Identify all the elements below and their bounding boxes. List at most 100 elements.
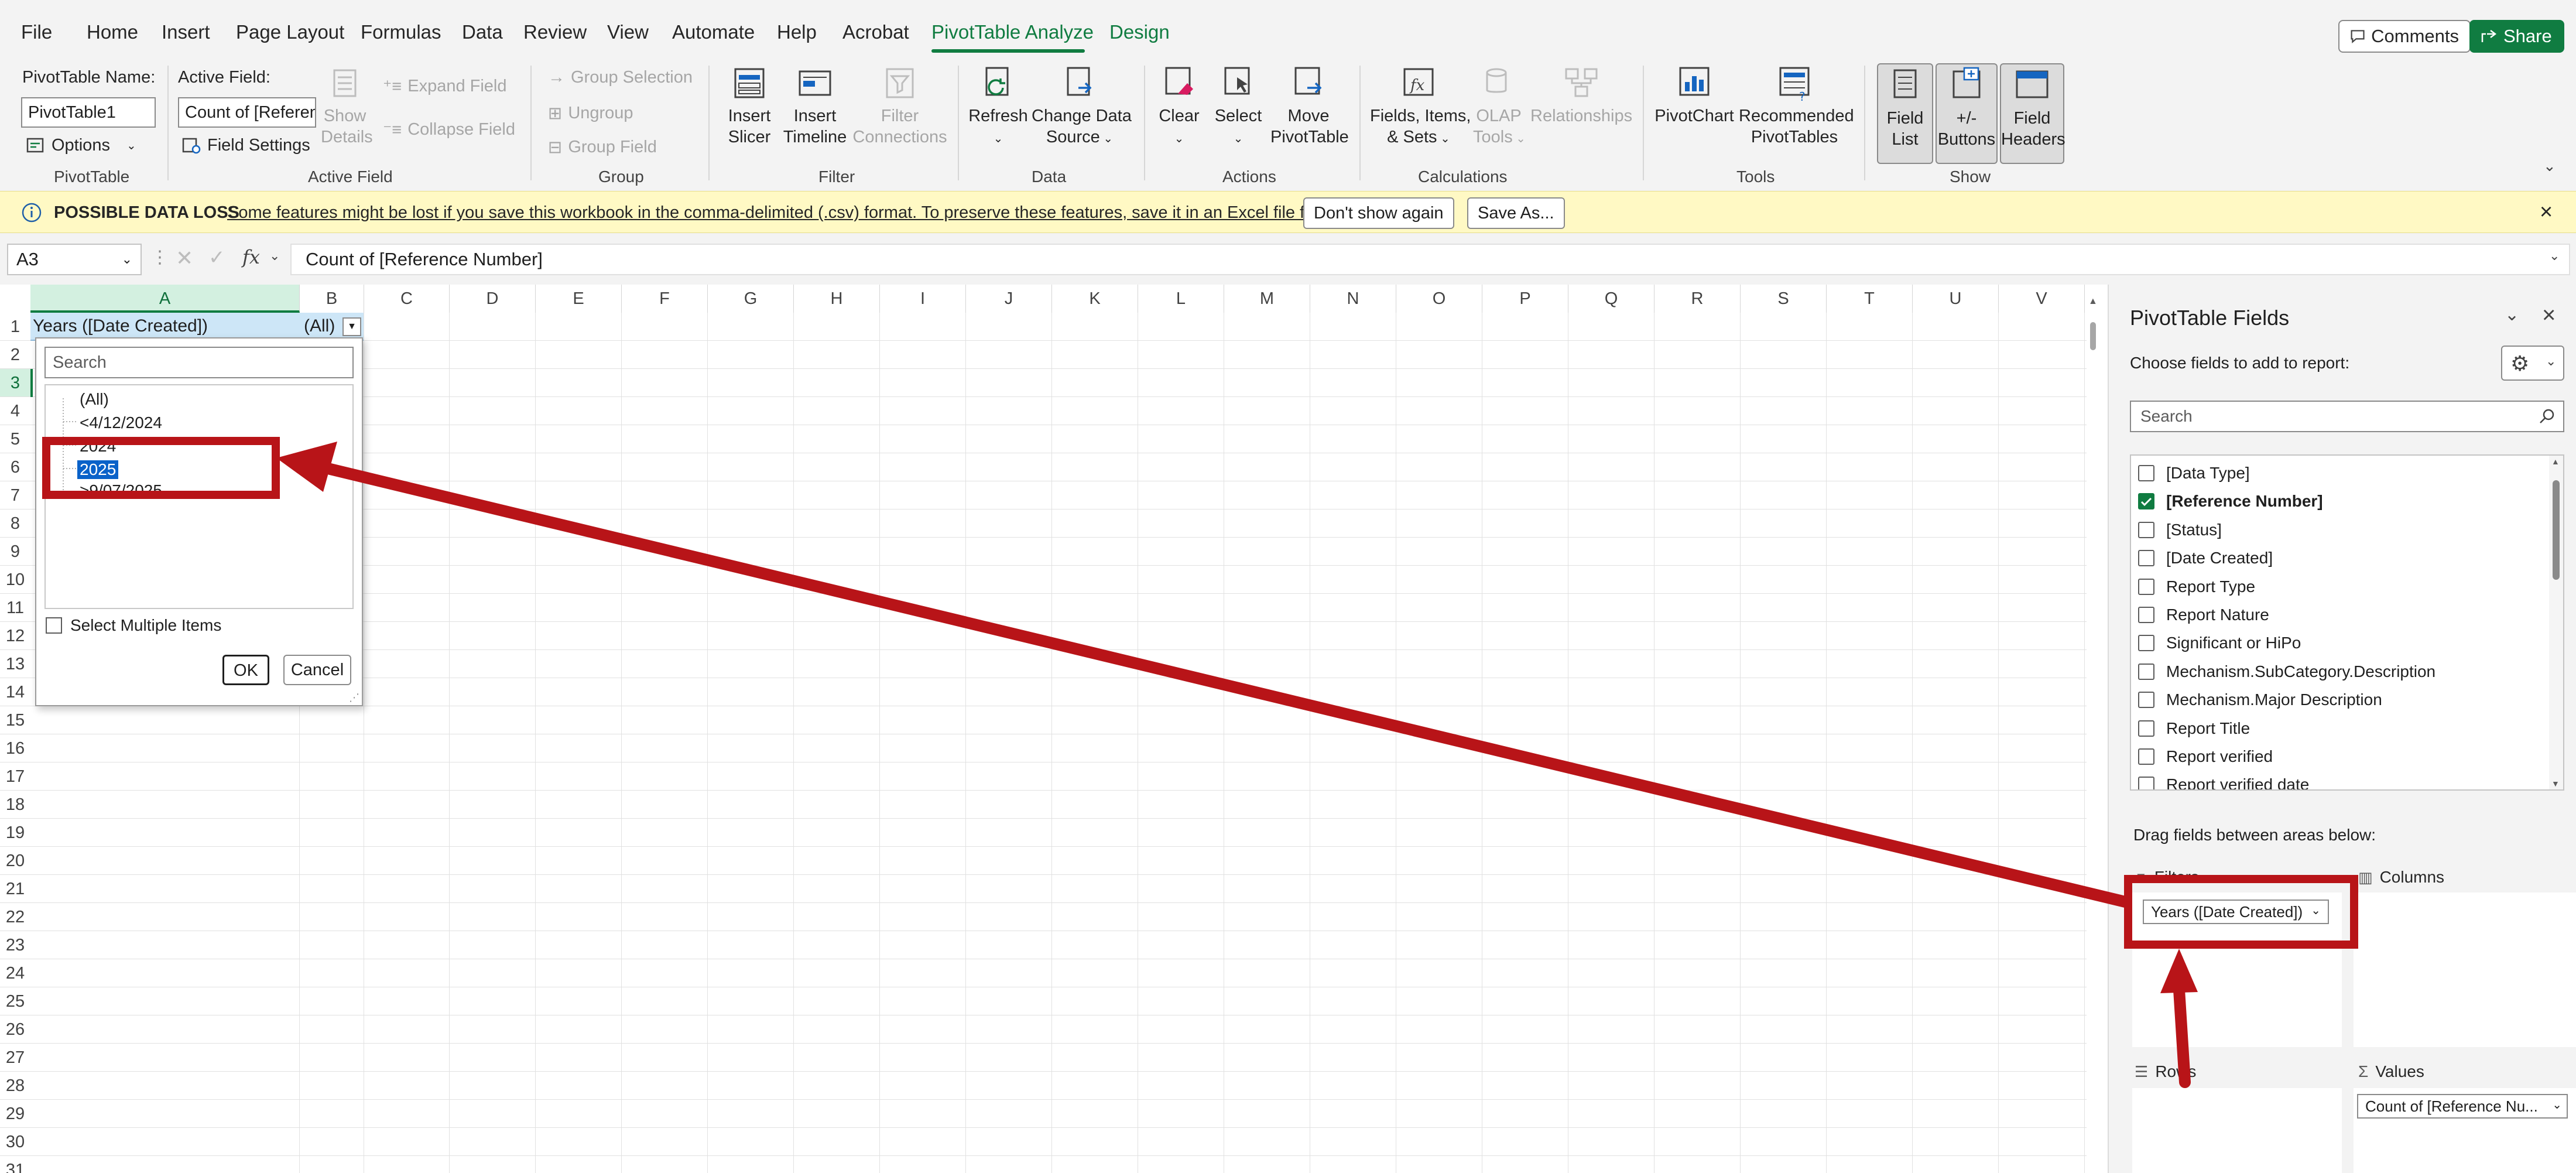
rows-drop-area[interactable] [2132, 1088, 2342, 1173]
row-header-29[interactable]: 29 [0, 1100, 30, 1128]
field-checkbox[interactable] [2138, 692, 2154, 709]
menu-data[interactable]: Data [462, 21, 503, 43]
menu-design[interactable]: Design [1109, 21, 1170, 43]
row-header-15[interactable]: 15 [0, 706, 30, 734]
pivotchart-button[interactable]: PivotChart [1652, 64, 1736, 126]
row-header-13[interactable]: 13 [0, 650, 30, 678]
field-item[interactable]: Report verified [2138, 745, 2273, 768]
scroll-thumb[interactable] [2090, 322, 2096, 350]
relationships-button[interactable]: Relationships [1530, 64, 1632, 126]
column-header-c[interactable]: C [364, 285, 450, 313]
options-button[interactable]: Options ⌄ [26, 136, 136, 155]
column-header-a[interactable]: A [30, 285, 300, 313]
column-header-p[interactable]: P [1482, 285, 1568, 313]
menu-pivottable-analyze[interactable]: PivotTable Analyze [931, 21, 1094, 43]
recommended-pivottables-button[interactable]: ? Recommended PivotTables [1739, 64, 1854, 148]
name-box[interactable]: A3 ⌄ [7, 244, 142, 275]
enter-icon[interactable]: ✓ [208, 246, 225, 269]
fields-items-sets-button[interactable]: fx Fields, Items, & Sets ⌄ [1370, 64, 1471, 149]
expand-formula-icon[interactable]: ⌄ [2549, 248, 2560, 264]
columns-drop-area[interactable] [2354, 892, 2576, 1047]
comments-button[interactable]: Comments [2338, 20, 2471, 53]
scroll-down-icon[interactable]: ▼ [2551, 779, 2560, 788]
field-checkbox[interactable] [2138, 777, 2154, 789]
filter-connections-button[interactable]: Filter Connections [852, 64, 947, 148]
filter-item-before-2024[interactable]: <4/12/2024 [80, 413, 162, 432]
column-header-g[interactable]: G [708, 285, 794, 313]
scroll-up-icon[interactable]: ▲ [2551, 457, 2560, 466]
group-selection-button[interactable]: → Group Selection [548, 68, 693, 87]
insert-function-icon[interactable]: fx [242, 246, 260, 268]
field-headers-toggle[interactable]: Field Headers [2000, 63, 2065, 164]
cell-b1[interactable]: (All) [304, 316, 335, 336]
field-checkbox[interactable] [2138, 465, 2154, 481]
clear-button[interactable]: Clear ⌄ [1155, 64, 1204, 149]
buttons-toggle[interactable]: +/- Buttons [1936, 63, 1998, 164]
chevron-down-icon[interactable]: ⌄ [2505, 305, 2519, 325]
column-header-r[interactable]: R [1654, 285, 1741, 313]
message-link[interactable]: Some features might be lost if you save … [227, 203, 1352, 223]
save-as-button[interactable]: Save As... [1467, 197, 1565, 229]
scroll-thumb[interactable] [2553, 480, 2560, 580]
row-header-4[interactable]: 4 [0, 397, 30, 425]
show-details-button[interactable]: Show Details [321, 64, 373, 148]
close-icon[interactable]: × [2542, 302, 2556, 329]
row-header-10[interactable]: 10 [0, 566, 30, 594]
field-item[interactable]: Report Title [2138, 717, 2250, 740]
menu-home[interactable]: Home [87, 21, 138, 43]
field-checkbox[interactable] [2138, 550, 2154, 567]
field-item[interactable]: [Status] [2138, 518, 2222, 542]
column-header-f[interactable]: F [622, 285, 708, 313]
field-item[interactable]: [Data Type] [2138, 461, 2250, 485]
column-header-k[interactable]: K [1052, 285, 1138, 313]
column-header-d[interactable]: D [450, 285, 536, 313]
filter-item-all[interactable]: (All) [80, 390, 109, 409]
select-multiple-checkbox[interactable] [46, 617, 62, 634]
column-header-e[interactable]: E [536, 285, 622, 313]
cell-a1[interactable]: Years ([Date Created]) [33, 316, 208, 336]
row-header-6[interactable]: 6 [0, 453, 30, 481]
chevron-down-icon[interactable]: ⌄ [2552, 1095, 2562, 1116]
menu-formulas[interactable]: Formulas [361, 21, 441, 43]
row-header-18[interactable]: 18 [0, 791, 30, 819]
column-header-t[interactable]: T [1827, 285, 1913, 313]
active-field-input[interactable]: Count of [Referenc [178, 97, 316, 128]
row-header-31[interactable]: 31 [0, 1156, 30, 1173]
column-header-i[interactable]: I [880, 285, 966, 313]
row-header-24[interactable]: 24 [0, 959, 30, 987]
insert-timeline-button[interactable]: Insert Timeline [782, 64, 848, 148]
menu-page-layout[interactable]: Page Layout [236, 21, 344, 43]
menu-review[interactable]: Review [523, 21, 587, 43]
move-pivottable-button[interactable]: Move PivotTable [1270, 64, 1349, 148]
more-options-icon[interactable]: ⋮ [151, 247, 169, 268]
row-header-5[interactable]: 5 [0, 425, 30, 453]
resize-grip-icon[interactable]: ⋰ [349, 692, 359, 704]
pane-settings-button[interactable]: ⚙ ⌄ [2501, 346, 2564, 381]
row-header-26[interactable]: 26 [0, 1015, 30, 1044]
field-item[interactable]: Report Nature [2138, 603, 2269, 627]
cancel-icon[interactable]: ✕ [176, 246, 193, 271]
column-header-l[interactable]: L [1138, 285, 1224, 313]
row-header-27[interactable]: 27 [0, 1044, 30, 1072]
column-header-q[interactable]: Q [1568, 285, 1654, 313]
row-header-8[interactable]: 8 [0, 509, 30, 538]
group-field-button[interactable]: ⊟ Group Field [548, 137, 657, 158]
pivot-name-input[interactable]: PivotTable1 [21, 97, 156, 128]
row-header-11[interactable]: 11 [0, 594, 30, 622]
row-header-14[interactable]: 14 [0, 678, 30, 706]
field-item[interactable]: [Reference Number] [2138, 490, 2323, 513]
filter-dropdown-button[interactable]: ▼ [342, 317, 361, 336]
scroll-up-icon[interactable]: ▲ [2088, 296, 2098, 307]
refresh-button[interactable]: Refresh ⌄ [968, 64, 1028, 149]
ungroup-button[interactable]: ⊞ Ungroup [548, 103, 633, 124]
row-header-3[interactable]: 3 [0, 369, 30, 397]
row-header-30[interactable]: 30 [0, 1128, 30, 1156]
field-list-toggle[interactable]: Field List [1877, 63, 1933, 164]
collapse-ribbon-icon[interactable]: ⌄ [2543, 157, 2556, 175]
row-header-25[interactable]: 25 [0, 987, 30, 1015]
column-header-b[interactable]: B [300, 285, 364, 313]
field-checkbox[interactable] [2138, 635, 2154, 652]
field-item[interactable]: Report verified date [2138, 773, 2309, 789]
row-header-21[interactable]: 21 [0, 875, 30, 903]
filter-search-input[interactable]: Search [44, 347, 354, 378]
